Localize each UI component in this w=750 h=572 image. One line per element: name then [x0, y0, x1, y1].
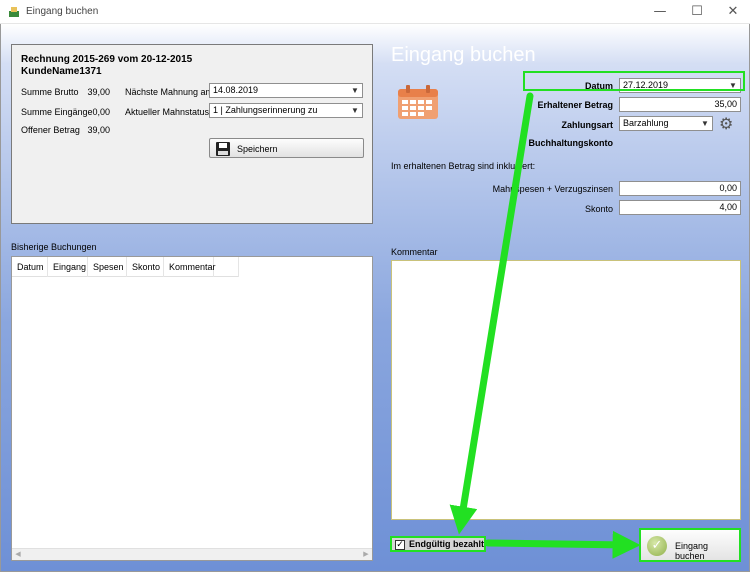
- endgueltig-bezahlt-label: Endgültig bezahlt: [409, 539, 484, 549]
- maximize-button[interactable]: ☐: [682, 3, 712, 21]
- erhaltener-betrag-label: Erhaltener Betrag: [537, 100, 613, 110]
- zahlungsart-label: Zahlungsart: [561, 120, 613, 130]
- bookings-list-header: Datum Eingang Spesen Skonto Kommentar: [12, 257, 239, 277]
- checkmark-icon: ✓: [647, 536, 667, 556]
- column-header-kommentar[interactable]: Kommentar: [164, 257, 216, 277]
- floppy-disk-icon: [216, 142, 230, 156]
- erhaltener-betrag-value: 35,00: [714, 99, 737, 109]
- gear-icon[interactable]: ⚙: [719, 116, 735, 132]
- column-header-filler: [214, 257, 239, 277]
- title-bar: Eingang buchen — ☐ ✕: [0, 0, 750, 24]
- buchhaltungskonto-label: Buchhaltungskonto: [528, 138, 614, 148]
- summe-eingaenge-value: 0,00: [92, 107, 110, 117]
- offener-betrag-value: 39,00: [87, 125, 110, 135]
- app-icon: [9, 7, 19, 17]
- included-note: Im erhaltenen Betrag sind inkludiert:: [391, 161, 536, 171]
- window-client-area: Rechnung 2015-269 vom 20-12-2015 KundeNa…: [0, 24, 750, 572]
- column-header-skonto[interactable]: Skonto: [127, 257, 164, 277]
- minimize-button[interactable]: —: [645, 3, 675, 21]
- mahnstatus-label: Aktueller Mahnstatus: [125, 107, 210, 117]
- scroll-right-icon[interactable]: ▶: [360, 549, 372, 560]
- skonto-label: Skonto: [584, 204, 613, 214]
- zahlungsart-value: Barzahlung: [623, 118, 669, 128]
- summe-brutto-label: Summe Brutto: [21, 87, 79, 97]
- endgueltig-bezahlt-checkbox-row[interactable]: ✓ Endgültig bezahlt: [390, 536, 486, 552]
- calendar-icon: [398, 85, 438, 119]
- mahnstatus-select[interactable]: 1 | Zahlungserinnerung zu ▼: [209, 103, 363, 118]
- bookings-horizontal-scrollbar[interactable]: ◀ ▶: [12, 548, 372, 560]
- chevron-down-icon[interactable]: ▼: [700, 117, 710, 130]
- skonto-value: 4,00: [719, 202, 737, 212]
- kommentar-label: Kommentar: [391, 247, 438, 257]
- skonto-input[interactable]: 4,00: [619, 200, 741, 215]
- naechste-mahnung-date-picker[interactable]: 14.08.2019 ▼: [209, 83, 363, 98]
- scroll-left-icon[interactable]: ◀: [12, 549, 24, 560]
- bookings-list[interactable]: Datum Eingang Spesen Skonto Kommentar ◀ …: [11, 256, 373, 561]
- mahnspesen-input[interactable]: 0,00: [619, 181, 741, 196]
- invoice-title: Rechnung 2015-269 vom 20-12-2015 KundeNa…: [21, 54, 192, 78]
- summe-brutto-value: 39,00: [87, 87, 110, 97]
- save-button[interactable]: Speichern: [209, 138, 364, 158]
- naechste-mahnung-label: Nächste Mahnung am: [125, 87, 214, 97]
- naechste-mahnung-value: 14.08.2019: [213, 85, 259, 95]
- bookings-caption: Bisherige Buchungen: [11, 242, 97, 252]
- save-button-label: Speichern: [237, 144, 278, 154]
- offener-betrag-label: Offener Betrag: [21, 125, 80, 135]
- eingang-buchen-button-label: Eingang buchen: [675, 541, 709, 561]
- chevron-down-icon[interactable]: ▼: [350, 104, 360, 117]
- kommentar-textarea[interactable]: [391, 260, 741, 520]
- column-header-spesen[interactable]: Spesen: [88, 257, 127, 277]
- close-button[interactable]: ✕: [718, 3, 748, 21]
- page-title: Eingang buchen: [391, 44, 536, 66]
- eingang-buchen-button[interactable]: ✓ Eingang buchen: [639, 528, 741, 562]
- column-header-eingang[interactable]: Eingang: [48, 257, 88, 277]
- endgueltig-bezahlt-checkbox[interactable]: ✓: [395, 540, 405, 550]
- zahlungsart-select[interactable]: Barzahlung ▼: [619, 116, 713, 131]
- mahnstatus-value: 1 | Zahlungserinnerung zu: [213, 105, 318, 115]
- invoice-info-panel: Rechnung 2015-269 vom 20-12-2015 KundeNa…: [11, 44, 373, 224]
- window-title: Eingang buchen: [26, 6, 99, 17]
- invoice-number: Rechnung 2015-269 vom 20-12-2015: [21, 54, 193, 65]
- column-header-datum[interactable]: Datum: [12, 257, 48, 277]
- mahnspesen-value: 0,00: [719, 183, 737, 193]
- mahnspesen-label: Mahnspesen + Verzugszinsen: [492, 184, 613, 194]
- annotation-highlight-box: [523, 71, 745, 91]
- chevron-down-icon[interactable]: ▼: [350, 84, 360, 97]
- customer-name: KundeName1371: [21, 66, 102, 77]
- erhaltener-betrag-input[interactable]: 35,00: [619, 97, 741, 112]
